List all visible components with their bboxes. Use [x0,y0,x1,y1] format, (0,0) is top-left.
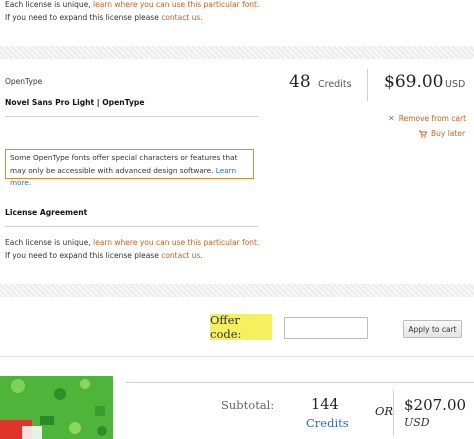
license-line-2: If you need to expand this license pleas… [5,13,203,22]
item-name: Novel Sans Pro Light | OpenType [5,98,145,107]
item-currency: USD [445,79,466,90]
section-divider [0,46,474,59]
summary-price-divider [393,390,394,436]
section-divider-2 [0,284,474,297]
apply-to-cart-button[interactable]: Apply to cart [403,320,462,338]
summary-currency: USD [404,416,430,429]
license-line-1: Each license is unique, learn where you … [5,0,260,9]
x-icon: ✕ [388,114,395,123]
item-name-divider [5,116,258,117]
opentype-note: Some OpenType fonts offer special charac… [5,149,254,187]
price-divider [367,69,368,101]
or-label: OR [375,404,394,418]
license-usage-link[interactable]: learn where you can use this particular … [93,0,259,9]
font-preview-thumbnail [0,376,113,439]
item-license-usage-link[interactable]: learn where you can use this particular … [93,238,259,247]
summary-price: $207.00 [404,396,467,414]
contact-us-link[interactable]: contact us. [161,13,203,22]
item-credits-value: 48 [289,72,311,92]
item-credits-label: Credits [318,79,352,90]
item-license-line-2: If you need to expand this license pleas… [5,251,203,260]
offer-divider [0,356,474,357]
remove-from-cart-button[interactable]: ✕ Remove from cart [388,114,466,123]
buy-later-button[interactable]: Buy later [419,129,465,138]
offer-code-label: Offer code: [210,313,272,341]
summary-divider [125,382,474,383]
item-license-line-1: Each license is unique, learn where you … [5,238,260,247]
cart-icon [419,130,428,138]
offer-code-input[interactable] [284,317,368,339]
license-heading-divider [5,226,258,227]
item-price: $69.00 [384,72,444,92]
item-contact-us-link[interactable]: contact us. [161,251,203,260]
summary-credits-link[interactable]: Credits [306,416,349,430]
subtotal-label: Subtotal: [221,398,275,412]
license-agreement-heading: License Agreement [5,208,88,217]
item-format: OpenType [5,77,43,86]
summary-credits-value: 144 [311,397,339,413]
